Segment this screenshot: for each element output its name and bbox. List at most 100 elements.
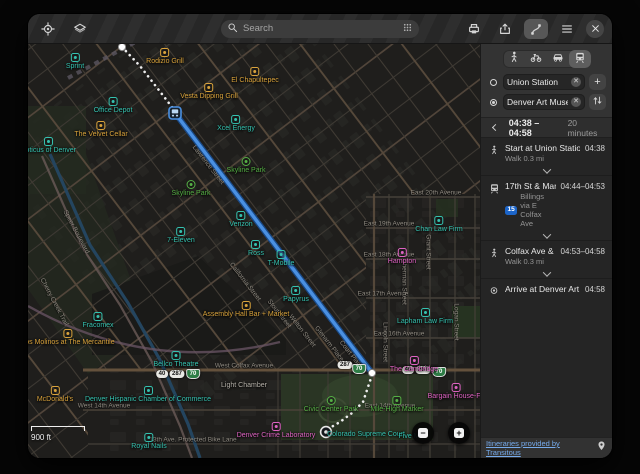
poi-label-text: Xcel Energy (217, 125, 255, 132)
map-poi-label[interactable]: Office Depot (94, 97, 133, 114)
map-poi-label[interactable]: Light Chamber (221, 382, 267, 389)
mode-bike-button[interactable] (525, 50, 547, 68)
poi-label-text: Fracomex (82, 322, 113, 329)
map-poi-label[interactable]: Denver Crime Laboratory (237, 422, 316, 439)
street-label: West Colfax Avenue (215, 363, 273, 370)
map-poi-label[interactable]: Fracomex (82, 312, 113, 329)
map-poi-label[interactable]: T-Mobile (268, 250, 295, 267)
zoom-in-button[interactable]: + (448, 422, 470, 444)
map-poi-label[interactable]: El Chapultepec (231, 67, 278, 84)
street-label: Cherry Creek Trail (39, 277, 70, 327)
walk-icon (488, 143, 500, 156)
map-poi-label[interactable]: Rodizio Grill (146, 48, 184, 65)
leg-expander[interactable] (481, 232, 612, 241)
poi-label-text: McDonald's (37, 396, 73, 403)
clear-icon[interactable]: ✕ (571, 97, 581, 107)
car-icon (552, 50, 564, 68)
zoom-out-button[interactable]: − (412, 422, 434, 444)
map-canvas[interactable]: West Colfax AvenueWest 14th AvenueEast 1… (28, 44, 480, 458)
poi-label-text: Hampton (388, 258, 416, 265)
poi-label-text: El Chapultepec (231, 77, 278, 84)
poi-label-text: Light Chamber (221, 382, 267, 389)
itinerary-attribution-bar: Itineraries provided by Transitous (481, 437, 612, 458)
street-label: East 20th Avenue (411, 190, 462, 197)
map-poi-label[interactable]: Sprint (66, 53, 84, 70)
search-input[interactable]: Search (221, 20, 419, 38)
map-poi-label[interactable]: Royal Nails (131, 433, 166, 450)
chevron-down-icon (542, 230, 550, 238)
map-poi-label[interactable]: Ross (248, 240, 264, 257)
map-poi-label[interactable]: 7-Eleven (167, 227, 195, 244)
close-button[interactable] (586, 20, 604, 38)
itinerary-leg[interactable]: Colfax Ave & Broadway Walk 0.3 mi 04:53–… (481, 241, 612, 270)
back-button[interactable] (487, 120, 502, 135)
to-input[interactable]: Denver Art Museum ✕ (503, 94, 585, 110)
route-sidebar: Union Station ✕ + Denver Art Museum ✕ (480, 44, 612, 458)
map-poi-label[interactable]: Bargain House-Fu (428, 383, 480, 400)
mobile-shop-icon (236, 211, 245, 220)
map-poi-label[interactable]: Denver Hispanic Chamber of Commerce (85, 386, 211, 403)
office-icon (143, 386, 152, 395)
map-poi-label[interactable]: McDonald's (37, 386, 73, 403)
mode-transit-button[interactable] (569, 50, 591, 68)
map-poi-label[interactable]: Mile-High Marker (370, 396, 423, 413)
layers-button[interactable] (68, 19, 92, 39)
export-button[interactable] (493, 19, 517, 39)
map-pin-icon[interactable] (596, 439, 607, 457)
street-label: Logan Street (453, 303, 460, 340)
map-poi-label[interactable]: Xcel Energy (217, 115, 255, 132)
map-poi-label[interactable]: Skyline Park (172, 180, 211, 197)
map-poi-label[interactable]: The Velvet Cellar (74, 121, 127, 138)
map-poi-label[interactable]: Bellco Theatre (153, 351, 198, 368)
map-poi-label[interactable]: Lapham Law Firm (397, 308, 453, 325)
mobile-shop-icon (277, 250, 286, 259)
street-label: Speer Boulevard (62, 209, 91, 255)
start-point-icon (490, 79, 497, 86)
swap-route-icon (592, 95, 603, 109)
transitous-attribution-link[interactable]: Itineraries provided by Transitous (486, 439, 591, 457)
swap-route-button[interactable] (589, 94, 606, 110)
itinerary-duration: 20 minutes (568, 118, 606, 138)
leg-expander[interactable] (481, 270, 612, 279)
map-poi-label[interactable]: Assembly Hall Bar + Market (203, 301, 290, 318)
map-poi-label[interactable]: Hampton (388, 248, 416, 265)
poi-label-text: Opticus of Denver (28, 147, 76, 154)
destination-point-icon (490, 99, 497, 106)
map-poi-label[interactable]: Colorado Supreme Court (327, 431, 405, 438)
export-icon (498, 22, 512, 36)
itinerary-leg[interactable]: Start at Union Station Walk 0.3 mi 04:38 (481, 138, 612, 167)
map-poi-label[interactable]: Verizon (229, 211, 252, 228)
current-location-button[interactable] (36, 19, 60, 39)
mobile-shop-icon (70, 53, 79, 62)
map-poi-label[interactable]: Los Molinos at The Mercantile (28, 329, 115, 346)
map-poi-label[interactable]: Chan Law Firm (415, 216, 462, 233)
explore-grid-icon[interactable] (402, 20, 413, 38)
itinerary-leg[interactable]: Arrive at Denver Art Museum 04:58 (481, 279, 612, 300)
office-icon (232, 115, 241, 124)
mode-walk-button[interactable] (503, 50, 525, 68)
route-toggle-button[interactable] (524, 19, 548, 39)
from-value: Union Station (507, 77, 568, 87)
clear-icon[interactable]: ✕ (571, 77, 581, 87)
itinerary-leg[interactable]: 17th St & Market St 15 Billings via E Co… (481, 176, 612, 232)
map-poi-label[interactable]: Vesta Dipping Grill (180, 83, 238, 100)
map-poi-label[interactable]: Opticus of Denver (28, 137, 76, 154)
from-input[interactable]: Union Station ✕ (503, 74, 585, 90)
print-icon (467, 22, 481, 36)
poi-label-text: Denver Hispanic Chamber of Commerce (85, 396, 211, 403)
add-stop-button[interactable]: + (589, 74, 606, 90)
map-poi-label[interactable]: The Cambridge (390, 356, 438, 373)
layers-icon (73, 22, 87, 36)
print-button[interactable] (462, 19, 486, 39)
poi-label-text: Sprint (66, 63, 84, 70)
leg-expander[interactable] (481, 167, 612, 176)
map-poi-label[interactable]: Civic Center Park (304, 396, 358, 413)
poi-label-text: Denver Crime Laboratory (237, 432, 316, 439)
map-poi-label[interactable]: Skyline Park (227, 157, 266, 174)
mode-car-button[interactable] (547, 50, 569, 68)
main-menu-button[interactable] (555, 19, 579, 39)
poi-label-text: Skyline Park (227, 167, 266, 174)
chevron-down-icon (542, 268, 550, 276)
leg-time: 04:58 (585, 284, 605, 294)
poi-label-text: Rodizio Grill (146, 58, 184, 65)
